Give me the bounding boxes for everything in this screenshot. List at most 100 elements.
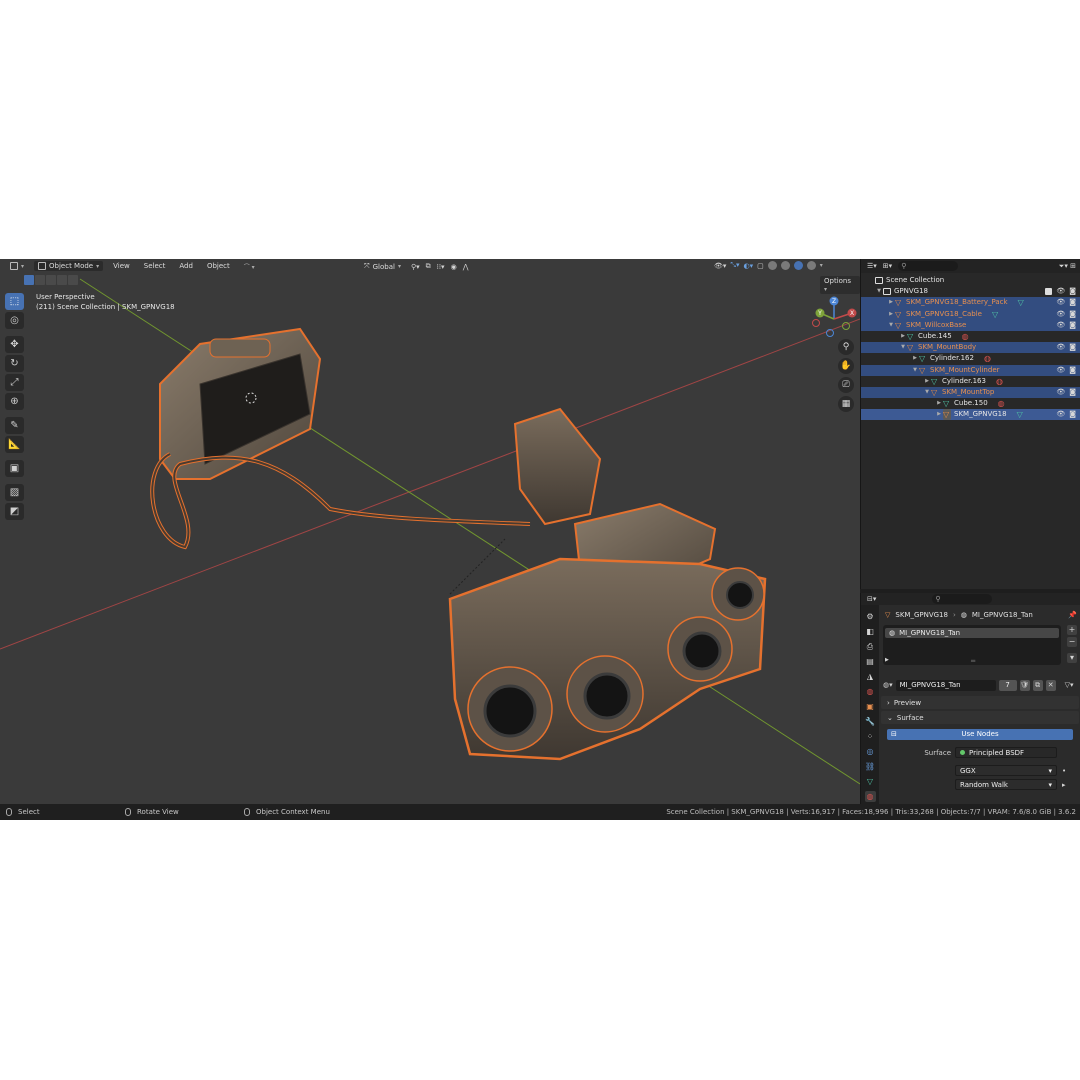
select-box-tool[interactable]: ⬚ [5, 293, 24, 310]
visibility-icon[interactable]: 👁▾ [714, 262, 726, 270]
camera-icon[interactable]: ◙ [1069, 286, 1076, 297]
properties-search-input[interactable]: ⚲ [932, 594, 993, 604]
object-tab-icon[interactable]: ▣ [865, 701, 876, 712]
user-count-button[interactable]: 7 [998, 679, 1017, 691]
camera-icon[interactable]: ◙ [1069, 342, 1076, 353]
outliner-row-battery-pack[interactable]: ▶ ▽ SKM_GPNVG18_Battery_Pack ▽ 👁 ◙ [861, 297, 1080, 309]
outliner-icon[interactable]: ☰▾ [867, 262, 877, 270]
eye-icon[interactable]: 👁 [1056, 297, 1065, 308]
rendered-shading-icon[interactable] [806, 261, 816, 270]
outliner-row-willcoxbase[interactable]: ▼ ▽ SKM_WillcoxBase 👁 ◙ [861, 319, 1080, 331]
options-dropdown[interactable]: Options ▾ [820, 276, 860, 294]
eye-icon[interactable]: 👁 [1056, 365, 1065, 376]
socket-dot-icon[interactable]: • [1062, 767, 1066, 775]
outliner-row-cylinder163[interactable]: ▶ ▽ Cylinder.163 ◍ [861, 376, 1080, 387]
camera-icon[interactable]: ◙ [1069, 320, 1076, 331]
expand-arrow-icon[interactable]: ▶ [911, 353, 919, 364]
gizmo-icon[interactable]: ⤡▾ [730, 261, 739, 270]
resize-grip-icon[interactable]: ═ [971, 657, 975, 665]
physics-tab-icon[interactable]: ◎ [865, 746, 876, 757]
link-mode-icon[interactable]: ▽▾ [1065, 681, 1074, 689]
expand-arrow-icon[interactable]: ▶ [935, 409, 943, 420]
constraints-tab-icon[interactable]: ⛓ [865, 761, 876, 772]
expand-arrow-icon[interactable]: ▶ [923, 376, 931, 387]
camera-icon[interactable]: ◙ [1069, 365, 1076, 376]
scene-tab-icon[interactable]: ◮ [865, 671, 876, 682]
snap-icon[interactable]: ⧉ [426, 262, 431, 271]
outliner-row-cable[interactable]: ▶ ▽ SKM_GPNVG18_Cable ▽ 👁 ◙ [861, 308, 1080, 320]
viewport-gizmo-toggle[interactable]: ⌒ ▾ [240, 261, 259, 272]
expand-arrow-icon[interactable]: ▶ [887, 297, 895, 308]
outliner-row-skm-gpnvg18[interactable]: ▶ ▽ SKM_GPNVG18 ▽ 👁 ◙ [861, 409, 1080, 421]
select-subtract-button[interactable] [46, 275, 56, 285]
expand-arrow-icon[interactable]: ▼ [911, 365, 919, 376]
eye-icon[interactable]: 👁 [1056, 409, 1065, 420]
rotate-tool[interactable]: ↻ [5, 355, 24, 372]
filter-icon[interactable]: ⏷▾ ⊞ [1059, 262, 1076, 271]
outliner-row-mountcylinder[interactable]: ▼ ▽ SKM_MountCylinder 👁 ◙ [861, 364, 1080, 376]
menu-select[interactable]: Select [140, 261, 170, 271]
expand-arrow-icon[interactable]: ▶ [935, 398, 943, 409]
outliner-search-input[interactable]: ⚲ [898, 261, 959, 271]
display-mode-icon[interactable]: ⊞▾ [883, 262, 892, 270]
outliner-row-scene-collection[interactable]: Scene Collection [861, 275, 1080, 286]
cursor-tool[interactable]: ◎ [5, 312, 24, 329]
remove-slot-button[interactable]: − [1067, 637, 1077, 647]
wireframe-shading-icon[interactable] [767, 261, 777, 270]
proportional-edit-icon[interactable]: ◉ [451, 263, 457, 271]
camera-icon[interactable]: ◙ [1069, 297, 1076, 308]
scale-tool[interactable]: ⤢ [5, 374, 24, 391]
xray-icon[interactable]: ▢ [757, 262, 764, 270]
output-tab-icon[interactable]: ⎙ [865, 641, 876, 652]
properties-editor-icon[interactable]: ⊟▾ [867, 595, 876, 603]
eye-icon[interactable]: 👁 [1056, 387, 1065, 398]
world-tab-icon[interactable]: ◍ [865, 686, 876, 697]
expand-arrow-icon[interactable]: ▼ [875, 286, 883, 297]
outliner-row-cube145[interactable]: ▶ ▽ Cube.145 ◍ [861, 331, 1080, 342]
data-tab-icon[interactable]: ▽ [865, 776, 876, 787]
material-name-field[interactable]: MI_GPNVG18_Tan [895, 679, 996, 691]
menu-add[interactable]: Add [175, 261, 197, 271]
select-new-button[interactable] [24, 275, 34, 285]
distribution-dropdown[interactable]: GGX ▾ [955, 765, 1057, 776]
transform-orientation-dropdown[interactable]: ⤧ Global ▾ [360, 261, 405, 272]
tool-tab-icon[interactable]: ⚙ [865, 611, 876, 622]
add-slot-button[interactable]: + [1067, 625, 1077, 635]
select-intersect-button[interactable] [68, 275, 78, 285]
zoom-icon[interactable]: ⚲ [838, 339, 854, 355]
camera-icon[interactable]: ⎚ [838, 377, 854, 393]
expand-arrow-icon[interactable]: ▼ [923, 387, 931, 398]
material-tab-icon[interactable]: ◍ [864, 791, 876, 802]
socket-dot-icon[interactable]: ▸ [1062, 781, 1066, 789]
expand-arrow-icon[interactable]: ▼ [899, 342, 907, 353]
outliner-row-gpnvg18[interactable]: ▼ GPNVG18 👁 ◙ [861, 286, 1080, 297]
camera-icon[interactable]: ◙ [1069, 309, 1076, 320]
surface-panel-header[interactable]: ⌄ Surface [881, 711, 1079, 724]
material-slot-item[interactable]: ◍ MI_GPNVG18_Tan [885, 628, 1059, 638]
camera-icon[interactable]: ◙ [1069, 409, 1076, 420]
pivot-icon[interactable]: ⚲▾ [411, 263, 420, 271]
fake-user-button[interactable]: 🛡 [1019, 679, 1030, 691]
expand-arrow-icon[interactable]: ▶ [899, 331, 907, 342]
eye-icon[interactable]: 👁 [1056, 309, 1065, 320]
shear-tool[interactable]: ▨ [5, 484, 24, 501]
transform-tool[interactable]: ⊕ [5, 393, 24, 410]
outliner-row-cube150[interactable]: ▶ ▽ Cube.150 ◍ [861, 398, 1080, 409]
particles-tab-icon[interactable]: ⁘ [865, 731, 876, 742]
render-tab-icon[interactable]: ◧ [865, 626, 876, 637]
use-nodes-button[interactable]: ⊟ Use Nodes [887, 729, 1073, 740]
3d-viewport[interactable]: ▾ Object Mode ▾ View Select Add Object ⌒… [0, 259, 860, 804]
preview-panel-header[interactable]: › Preview [881, 696, 1079, 709]
duplicate-material-button[interactable]: ⧉ [1032, 679, 1043, 691]
material-shading-icon[interactable] [793, 261, 803, 270]
expand-handle-icon[interactable]: ▶ [885, 657, 889, 663]
menu-view[interactable]: View [109, 261, 134, 271]
overlay-icon[interactable]: ◐▾ [744, 262, 754, 270]
editor-type-button[interactable]: ▾ [6, 261, 28, 271]
move-tool[interactable]: ✥ [5, 336, 24, 353]
to-sphere-tool[interactable]: ◩ [5, 503, 24, 520]
chevron-down-icon[interactable]: ▾ [820, 262, 823, 269]
navigation-gizmo[interactable]: Z Y X [808, 293, 860, 345]
outliner-row-mounttop[interactable]: ▼ ▽ SKM_MountTop 👁 ◙ [861, 386, 1080, 399]
unlink-material-button[interactable]: ✕ [1045, 679, 1056, 691]
